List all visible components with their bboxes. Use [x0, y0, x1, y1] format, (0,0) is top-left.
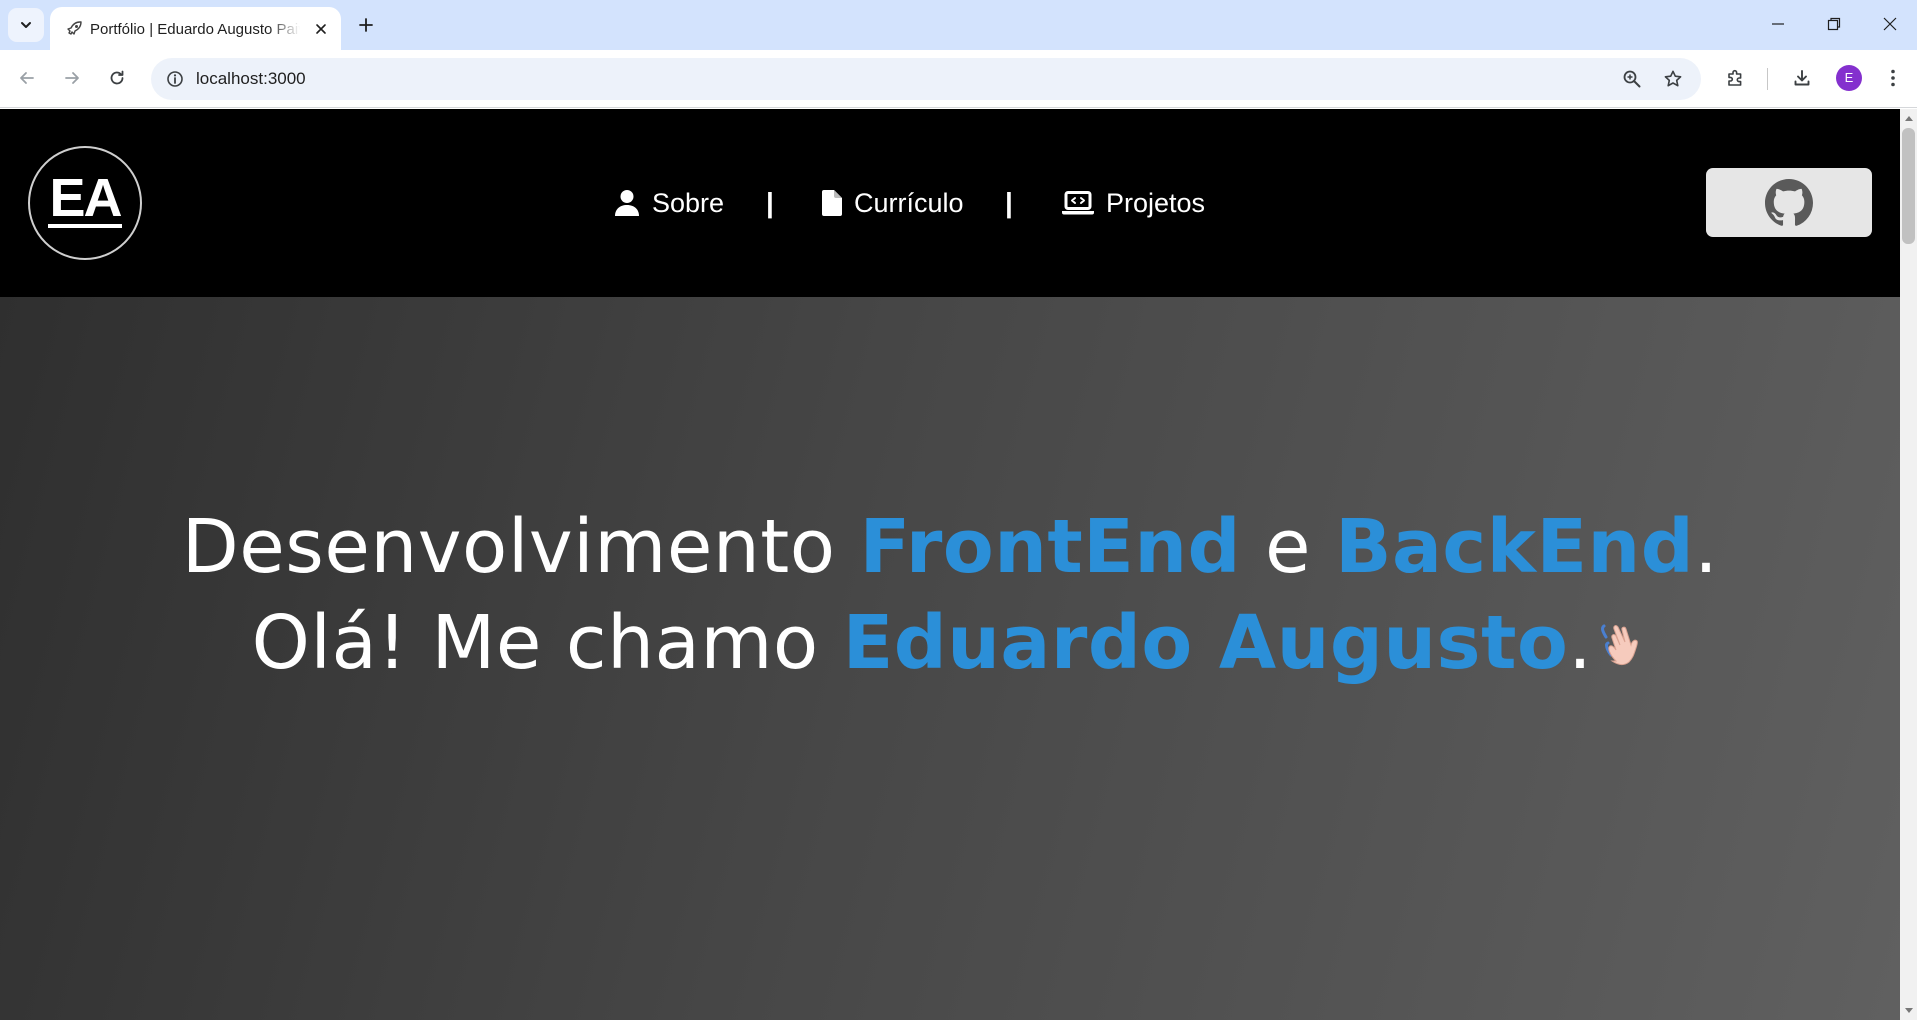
hero-line2-prefix: Olá! Me chamo [251, 600, 843, 686]
browser-tab-active[interactable]: Portfólio | Eduardo Augusto Paiva [50, 7, 341, 50]
scroll-down-arrow[interactable] [1900, 1004, 1917, 1018]
new-tab-button[interactable] [352, 11, 380, 39]
restore-icon [1827, 17, 1841, 31]
nav-separator: | [766, 187, 774, 218]
restore-button[interactable] [1806, 0, 1862, 48]
nav-item-curriculo[interactable]: Currículo [822, 181, 964, 225]
scroll-up-arrow[interactable] [1900, 111, 1917, 125]
close-icon [1883, 17, 1897, 31]
nav-separator: | [1005, 187, 1013, 218]
reload-icon [110, 70, 124, 85]
close-window-button[interactable] [1862, 0, 1917, 48]
nav-item-projetos[interactable]: Projetos [1062, 181, 1205, 225]
hero-greeting: Olá! Me chamo Eduardo Augusto. [0, 593, 1900, 693]
reload-button[interactable] [100, 61, 134, 95]
menu-button[interactable] [1876, 61, 1910, 95]
scrollbar-thumb[interactable] [1902, 128, 1915, 244]
zoom-button[interactable] [1616, 63, 1648, 95]
main-nav: Sobre | Currículo | Projetos [0, 181, 1900, 225]
document-icon [822, 190, 842, 216]
info-icon [167, 71, 183, 87]
downloads-button[interactable] [1785, 61, 1819, 95]
toolbar-separator [1767, 68, 1768, 90]
extensions-button[interactable] [1719, 61, 1753, 95]
hero-section: Desenvolvimento FrontEnd e BackEnd. Olá!… [0, 297, 1900, 1020]
github-icon [1765, 178, 1813, 226]
url-text[interactable]: localhost:3000 [196, 58, 306, 100]
tab-title: Portfólio | Eduardo Augusto Paiva [90, 21, 300, 38]
nav-label-projetos: Projetos [1106, 187, 1206, 218]
star-icon [1664, 70, 1682, 87]
hero-headline: Desenvolvimento FrontEnd e BackEnd. [0, 497, 1900, 597]
tab-search-button[interactable] [8, 8, 44, 42]
page-scrollbar[interactable] [1900, 109, 1917, 1020]
site-header: EA Sobre | Currículo | Projetos [0, 109, 1900, 297]
profile-avatar[interactable]: E [1836, 65, 1862, 91]
browser-toolbar: localhost:3000 E [0, 50, 1917, 108]
hero-accent-name: Eduardo Augusto [842, 600, 1569, 686]
plus-icon [359, 18, 373, 32]
browser-tab-strip: Portfólio | Eduardo Augusto Paiva [0, 0, 1917, 50]
hero-line1-suffix: . [1694, 504, 1719, 590]
waving-hand-icon [1601, 624, 1639, 666]
chevron-down-icon [21, 22, 31, 28]
bookmark-button[interactable] [1657, 63, 1689, 95]
rocket-icon [67, 21, 82, 35]
nav-label-curriculo: Currículo [854, 187, 964, 218]
tab-close-icon[interactable] [311, 19, 331, 39]
zoom-icon [1623, 70, 1641, 88]
hero-line1-middle: e [1240, 504, 1336, 590]
back-button[interactable] [10, 61, 44, 95]
hero-line1-prefix: Desenvolvimento [181, 504, 860, 590]
site-info-button[interactable] [159, 63, 191, 95]
kebab-menu-icon [1891, 69, 1895, 87]
arrow-left-icon [20, 72, 34, 84]
github-button[interactable] [1706, 168, 1872, 237]
puzzle-icon [1728, 69, 1742, 86]
hero-accent-backend: BackEnd [1335, 504, 1695, 590]
download-icon [1794, 70, 1810, 86]
forward-button[interactable] [55, 61, 89, 95]
minimize-button[interactable] [1750, 0, 1806, 48]
nav-item-sobre[interactable]: Sobre [614, 181, 724, 225]
hero-line2-suffix: . [1568, 600, 1593, 686]
user-icon [615, 190, 639, 216]
nav-label-sobre: Sobre [652, 187, 725, 218]
arrow-right-icon [65, 72, 79, 84]
address-bar[interactable]: localhost:3000 [151, 58, 1701, 100]
page-viewport: EA Sobre | Currículo | Projetos Desenvol… [0, 109, 1900, 1020]
minimize-icon [1772, 23, 1784, 25]
hero-accent-frontend: FrontEnd [859, 504, 1241, 590]
laptop-code-icon [1062, 191, 1094, 215]
